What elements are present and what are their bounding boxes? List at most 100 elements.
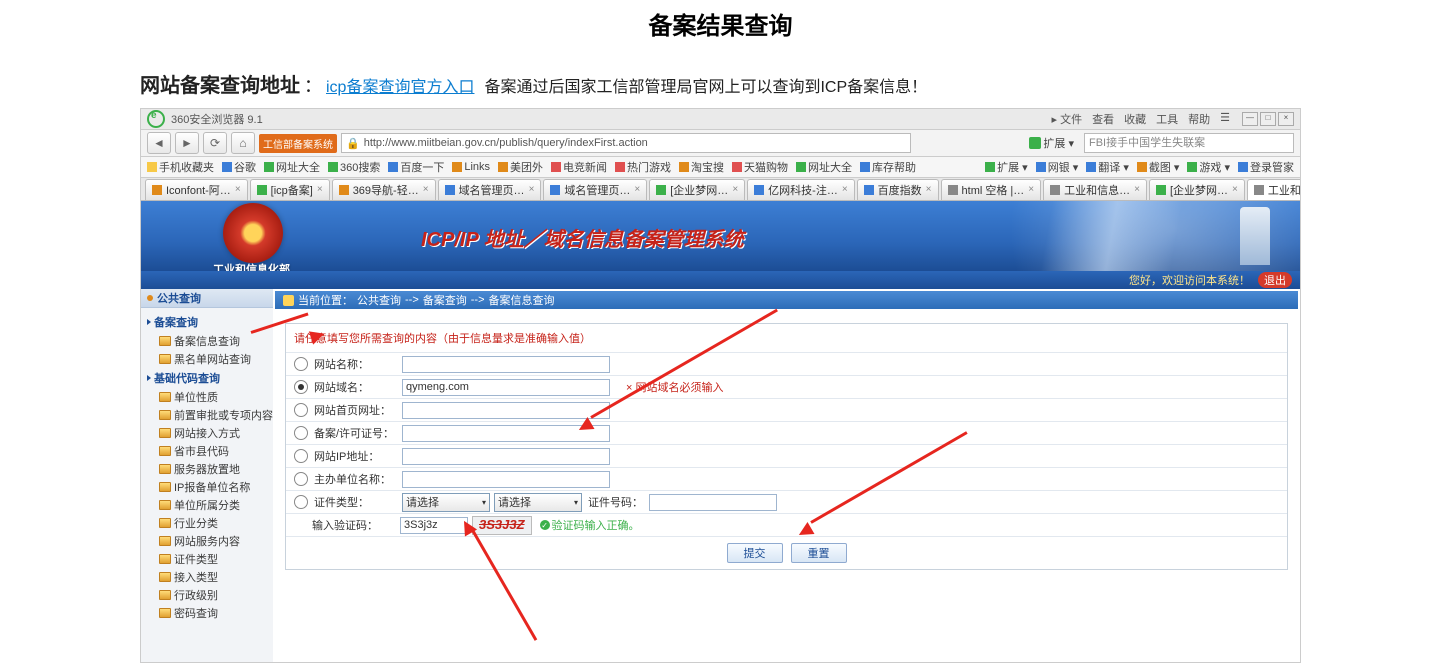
sidebar-group[interactable]: 备案查询 bbox=[147, 312, 273, 332]
sidebar-item[interactable]: 省市县代码 bbox=[147, 442, 273, 460]
browser-tab[interactable]: 369导航-轻…× bbox=[332, 179, 436, 200]
input-site-domain[interactable]: qymeng.com bbox=[402, 379, 610, 396]
bookmark-right-item[interactable]: 截图 ▾ bbox=[1137, 159, 1180, 175]
intro-link[interactable]: icp备案查询官方入口 bbox=[326, 79, 474, 96]
bookmark-item[interactable]: 手机收藏夹 bbox=[147, 159, 214, 175]
bookmark-item[interactable]: 热门游戏 bbox=[615, 159, 671, 175]
menu-view[interactable]: 查看 bbox=[1092, 111, 1114, 127]
sidebar-item[interactable]: 黑名单网站查询 bbox=[147, 350, 273, 368]
input-captcha[interactable]: 3S3j3z bbox=[400, 517, 468, 534]
sidebar-item[interactable]: 单位性质 bbox=[147, 388, 273, 406]
select-cert-type-1[interactable]: 请选择▾ bbox=[402, 493, 490, 512]
browser-tab[interactable]: [企业梦网…× bbox=[1149, 179, 1245, 200]
tab-close-icon[interactable]: × bbox=[235, 184, 241, 195]
ext-dropdown[interactable]: 扩展 ▾ bbox=[1029, 135, 1074, 151]
menu-user-icon[interactable]: ☰ bbox=[1220, 111, 1230, 127]
url-input[interactable]: 🔒http://www.miitbeian.gov.cn/publish/que… bbox=[341, 133, 911, 153]
sidebar-item[interactable]: 备案信息查询 bbox=[147, 332, 273, 350]
input-homepage[interactable] bbox=[402, 402, 610, 419]
sidebar-item[interactable]: 网站接入方式 bbox=[147, 424, 273, 442]
input-license[interactable] bbox=[402, 425, 610, 442]
input-cert-no[interactable] bbox=[649, 494, 777, 511]
input-org[interactable] bbox=[402, 471, 610, 488]
radio-homepage[interactable] bbox=[294, 403, 308, 417]
bookmark-item[interactable]: 美团外 bbox=[498, 159, 543, 175]
captcha-image[interactable]: 3S3J3Z bbox=[472, 516, 532, 535]
bookmark-item[interactable]: Links bbox=[452, 161, 490, 173]
tab-close-icon[interactable]: × bbox=[926, 184, 932, 195]
input-ip[interactable] bbox=[402, 448, 610, 465]
menu-tools[interactable]: 工具 bbox=[1156, 111, 1178, 127]
radio-ip[interactable] bbox=[294, 449, 308, 463]
tab-close-icon[interactable]: × bbox=[1232, 184, 1238, 195]
tab-close-icon[interactable]: × bbox=[529, 184, 535, 195]
browser-tab[interactable]: Iconfont-阿…× bbox=[145, 179, 248, 200]
breadcrumb-part[interactable]: 备案查询 bbox=[423, 292, 467, 308]
bookmark-item[interactable]: 谷歌 bbox=[222, 159, 256, 175]
radio-cert-type[interactable] bbox=[294, 495, 308, 509]
submit-button[interactable]: 提交 bbox=[727, 543, 783, 563]
minimize-button[interactable]: — bbox=[1242, 112, 1258, 126]
radio-license[interactable] bbox=[294, 426, 308, 440]
close-button[interactable]: × bbox=[1278, 112, 1294, 126]
browser-tab[interactable]: html 空格 |…× bbox=[941, 179, 1042, 200]
bookmark-item[interactable]: 百度一下 bbox=[388, 159, 444, 175]
bookmark-right-item[interactable]: 翻译 ▾ bbox=[1086, 159, 1129, 175]
sidebar-item[interactable]: 网站服务内容 bbox=[147, 532, 273, 550]
browser-tab[interactable]: 亿网科技-注…× bbox=[747, 179, 855, 200]
select-cert-type-2[interactable]: 请选择▾ bbox=[494, 493, 582, 512]
sidebar-item[interactable]: IP报备单位名称 bbox=[147, 478, 273, 496]
sidebar-item[interactable]: 行政级别 bbox=[147, 586, 273, 604]
bookmark-item[interactable]: 360搜索 bbox=[328, 159, 380, 175]
tab-close-icon[interactable]: × bbox=[732, 184, 738, 195]
folder-icon bbox=[796, 162, 806, 172]
bookmark-item[interactable]: 库存帮助 bbox=[860, 159, 916, 175]
reload-button[interactable]: ⟳ bbox=[203, 132, 227, 154]
bookmark-item[interactable]: 淘宝搜 bbox=[679, 159, 724, 175]
browser-tab[interactable]: 域名管理页…× bbox=[543, 179, 647, 200]
maximize-button[interactable]: □ bbox=[1260, 112, 1276, 126]
bookmark-item[interactable]: 天猫购物 bbox=[732, 159, 788, 175]
sidebar-item[interactable]: 服务器放置地 bbox=[147, 460, 273, 478]
sidebar-item[interactable]: 证件类型 bbox=[147, 550, 273, 568]
tab-close-icon[interactable]: × bbox=[1028, 184, 1034, 195]
tab-close-icon[interactable]: × bbox=[1134, 184, 1140, 195]
browser-tab[interactable]: 域名管理页…× bbox=[438, 179, 542, 200]
radio-site-name[interactable] bbox=[294, 357, 308, 371]
menu-fav[interactable]: 收藏 bbox=[1124, 111, 1146, 127]
home-button[interactable]: ⌂ bbox=[231, 132, 255, 154]
browser-tab[interactable]: [企业梦网…× bbox=[649, 179, 745, 200]
bookmark-item[interactable]: 电竞新闻 bbox=[551, 159, 607, 175]
sidebar-item[interactable]: 行业分类 bbox=[147, 514, 273, 532]
bookmark-right-item[interactable]: 游戏 ▾ bbox=[1187, 159, 1230, 175]
forward-button[interactable]: ► bbox=[175, 132, 199, 154]
tab-close-icon[interactable]: × bbox=[634, 184, 640, 195]
bookmark-item[interactable]: 网址大全 bbox=[264, 159, 320, 175]
browser-tab[interactable]: 工业和信息…× bbox=[1247, 179, 1300, 200]
tab-close-icon[interactable]: × bbox=[423, 184, 429, 195]
bookmark-right-item[interactable]: 网银 ▾ bbox=[1036, 159, 1079, 175]
tab-close-icon[interactable]: × bbox=[842, 184, 848, 195]
sidebar-item[interactable]: 单位所属分类 bbox=[147, 496, 273, 514]
back-button[interactable]: ◄ bbox=[147, 132, 171, 154]
sidebar-item[interactable]: 前置审批或专项内容 bbox=[147, 406, 273, 424]
menu-help[interactable]: 帮助 bbox=[1188, 111, 1210, 127]
input-site-name[interactable] bbox=[402, 356, 610, 373]
breadcrumb-part[interactable]: 公共查询 bbox=[357, 292, 401, 308]
bookmark-item[interactable]: 网址大全 bbox=[796, 159, 852, 175]
sidebar-group[interactable]: 基础代码查询 bbox=[147, 368, 273, 388]
bookmark-right-item[interactable]: 扩展 ▾ bbox=[985, 159, 1028, 175]
browser-tab[interactable]: 工业和信息…× bbox=[1043, 179, 1147, 200]
bookmark-right-item[interactable]: 登录管家 bbox=[1238, 159, 1294, 175]
sidebar-item[interactable]: 接入类型 bbox=[147, 568, 273, 586]
radio-org[interactable] bbox=[294, 472, 308, 486]
radio-site-domain[interactable] bbox=[294, 380, 308, 394]
exit-button[interactable]: 退出 bbox=[1258, 272, 1292, 288]
reset-button[interactable]: 重置 bbox=[791, 543, 847, 563]
sidebar-item[interactable]: 密码查询 bbox=[147, 604, 273, 622]
browser-tab[interactable]: 百度指数× bbox=[857, 179, 939, 200]
menu-file[interactable]: ▸ 文件 bbox=[1052, 111, 1083, 127]
browser-tab[interactable]: [icp备案]× bbox=[250, 179, 330, 200]
browser-search-input[interactable]: FBI接手中国学生失联案 bbox=[1084, 133, 1294, 153]
tab-close-icon[interactable]: × bbox=[317, 184, 323, 195]
